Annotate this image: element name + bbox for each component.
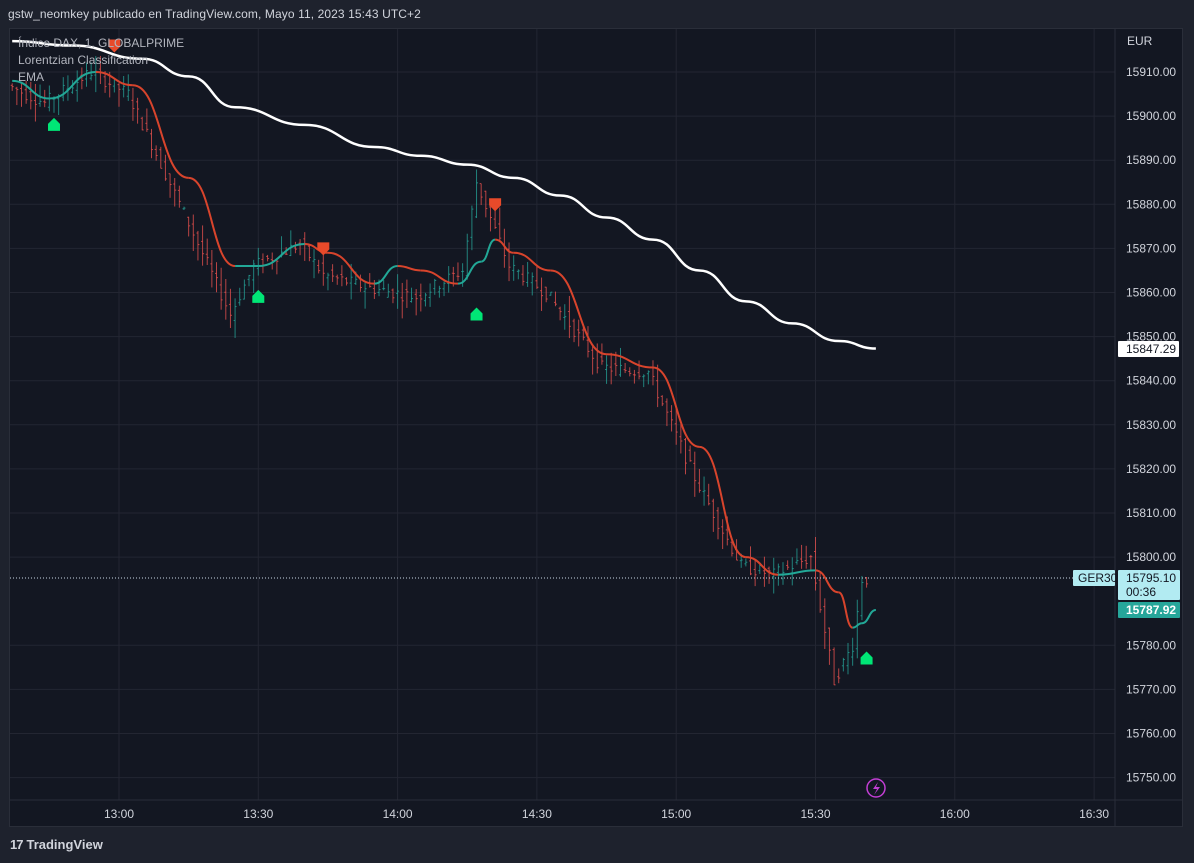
brand-name: TradingView bbox=[26, 837, 103, 852]
price-tick-label: 15750.00 bbox=[1126, 771, 1176, 785]
price-tick-label: 15830.00 bbox=[1126, 418, 1176, 432]
footer: 17 TradingView bbox=[0, 827, 1194, 863]
kernel-line-segment bbox=[861, 609, 877, 625]
kernel-line-segment bbox=[420, 269, 458, 285]
ema-line bbox=[12, 39, 876, 350]
kernel-line-segment bbox=[457, 260, 482, 285]
time-tick-label: 13:30 bbox=[243, 807, 273, 821]
currency-label: EUR bbox=[1127, 34, 1153, 48]
price-tags: 15847.29 GER30 15795.1000:36 15787.92 bbox=[10, 341, 1180, 618]
time-tick-label: 15:30 bbox=[800, 807, 830, 821]
price-tick-label: 15780.00 bbox=[1126, 638, 1176, 652]
buy-signal-marker bbox=[860, 651, 873, 665]
kernel-value-text: 15787.92 bbox=[1126, 603, 1176, 617]
kernel-line-segment bbox=[374, 265, 398, 285]
buy-signal-marker bbox=[47, 117, 60, 131]
price-chart[interactable]: 15910.00 15900.00 15890.00 15880.00 15870.00… bbox=[0, 0, 1194, 827]
tradingview-logo-icon: 17 bbox=[10, 837, 24, 852]
price-tick-label: 15880.00 bbox=[1126, 197, 1176, 211]
price-tick-label: 15840.00 bbox=[1126, 374, 1176, 388]
kernel-line-segment bbox=[480, 238, 496, 263]
price-tick-label: 15800.00 bbox=[1126, 550, 1176, 564]
price-tick-label: 15910.00 bbox=[1126, 65, 1176, 79]
price-tick-label: 15770.00 bbox=[1126, 682, 1176, 696]
time-tick-label: 14:00 bbox=[383, 807, 413, 821]
chart-legend: Índice DAX, 1, GLOBALPRIME Lorentzian Cl… bbox=[18, 35, 184, 86]
time-tick-label: 16:30 bbox=[1079, 807, 1109, 821]
time-tick-label: 13:00 bbox=[104, 807, 134, 821]
price-tick-label: 15860.00 bbox=[1126, 286, 1176, 300]
signal-markers bbox=[47, 39, 873, 665]
kernel-line-segment bbox=[397, 265, 421, 272]
time-tick-label: 15:00 bbox=[661, 807, 691, 821]
tradingview-brand[interactable]: 17 TradingView bbox=[10, 837, 103, 852]
time-tick-label: 14:30 bbox=[522, 807, 552, 821]
kernel-line-segment bbox=[513, 251, 551, 272]
price-tick-label: 15760.00 bbox=[1126, 727, 1176, 741]
price-time-axes: 15910.00 15900.00 15890.00 15880.00 15870.00… bbox=[10, 29, 1183, 827]
price-tick-label: 15810.00 bbox=[1126, 506, 1176, 520]
price-tick-label: 15900.00 bbox=[1126, 109, 1176, 123]
price-tick-label: 15870.00 bbox=[1126, 241, 1176, 255]
kernel-line-segment bbox=[838, 591, 854, 629]
replay-icon[interactable] bbox=[866, 778, 886, 798]
price-tick-label: 15890.00 bbox=[1126, 153, 1176, 167]
symbol-tag-text: GER30 bbox=[1078, 571, 1118, 585]
price-tick-label: 15820.00 bbox=[1126, 462, 1176, 476]
legend-symbol[interactable]: Índice DAX, 1, GLOBALPRIME bbox=[18, 35, 184, 52]
tradingview-snapshot: gstw_neomkey publicado en TradingView.co… bbox=[0, 0, 1194, 863]
chart-grid bbox=[10, 29, 1115, 800]
legend-lorentzian[interactable]: Lorentzian Classification bbox=[18, 52, 184, 69]
lightning-icon bbox=[873, 782, 880, 795]
kernel-line-segment bbox=[815, 569, 839, 594]
last-price-text: 15795.10 bbox=[1126, 571, 1176, 585]
ema-value-text: 15847.29 bbox=[1126, 342, 1176, 356]
buy-signal-marker bbox=[470, 307, 483, 321]
legend-ema[interactable]: EMA bbox=[18, 69, 184, 86]
kernel-line-segment bbox=[606, 353, 653, 369]
candle-series bbox=[10, 55, 869, 686]
time-tick-label: 16:00 bbox=[940, 807, 970, 821]
countdown-text: 00:36 bbox=[1126, 585, 1156, 599]
